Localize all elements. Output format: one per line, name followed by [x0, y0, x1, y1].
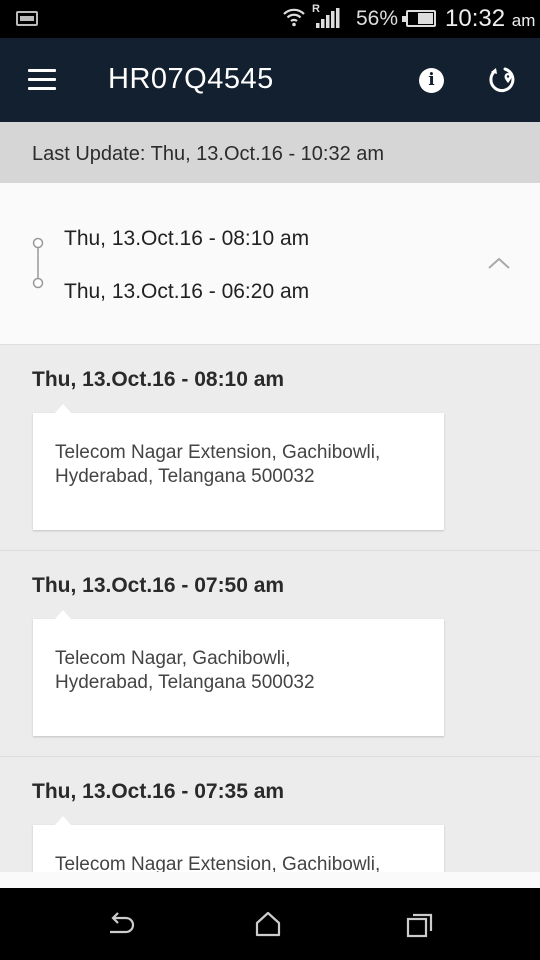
- last-update-bar: Last Update: Thu, 13.Oct.16 - 10:32 am: [0, 122, 540, 183]
- page-title: HR07Q4545: [108, 63, 274, 95]
- list-item[interactable]: Thu, 13.Oct.16 - 08:10 am Telecom Nagar …: [0, 345, 540, 551]
- battery-percent: 56%: [356, 7, 399, 30]
- signal-icon: [316, 8, 340, 28]
- menu-icon[interactable]: [28, 69, 56, 91]
- list-item[interactable]: Thu, 13.Oct.16 - 07:35 am Telecom Nagar …: [0, 757, 540, 872]
- list-footer: [0, 872, 540, 888]
- date-range-card[interactable]: Thu, 13.Oct.16 - 08:10 am Thu, 13.Oct.16…: [0, 183, 540, 345]
- list-item[interactable]: Thu, 13.Oct.16 - 07:50 am Telecom Nagar,…: [0, 551, 540, 757]
- entry-address: Telecom Nagar Extension, Gachibowli, Hyd…: [55, 442, 381, 487]
- address-card[interactable]: Telecom Nagar, Gachibowli, Hyderabad, Te…: [33, 610, 444, 736]
- entry-time: Thu, 13.Oct.16 - 07:50 am: [32, 574, 285, 597]
- location-list[interactable]: Thu, 13.Oct.16 - 08:10 am Telecom Nagar …: [0, 345, 540, 872]
- entry-address: Telecom Nagar Extension, Gachibowli, Hyd…: [55, 854, 381, 872]
- timeline-icon: [32, 237, 44, 289]
- address-card[interactable]: Telecom Nagar Extension, Gachibowli, Hyd…: [33, 404, 444, 530]
- battery-icon: [402, 10, 436, 27]
- app-bar: HR07Q4545 i: [0, 38, 540, 122]
- entry-time: Thu, 13.Oct.16 - 07:35 am: [32, 780, 285, 803]
- entry-time: Thu, 13.Oct.16 - 08:10 am: [32, 368, 285, 391]
- last-update-text: Last Update: Thu, 13.Oct.16 - 10:32 am: [32, 143, 385, 165]
- status-bar: R 56% 10:32 am: [0, 0, 540, 38]
- entry-address: Telecom Nagar, Gachibowli, Hyderabad, Te…: [55, 648, 315, 693]
- wifi-icon: [283, 8, 305, 27]
- system-nav-bar: [0, 888, 540, 960]
- range-start-time: Thu, 13.Oct.16 - 08:10 am: [64, 227, 310, 250]
- info-icon[interactable]: i: [419, 68, 444, 93]
- address-card[interactable]: Telecom Nagar Extension, Gachibowli, Hyd…: [33, 816, 444, 872]
- range-end-time: Thu, 13.Oct.16 - 06:20 am: [64, 280, 310, 303]
- refresh-pin-icon[interactable]: [489, 65, 519, 95]
- back-icon[interactable]: [106, 912, 136, 938]
- status-clock: 10:32 am: [445, 5, 536, 32]
- chevron-up-icon[interactable]: [486, 255, 512, 271]
- recents-icon[interactable]: [406, 912, 434, 938]
- home-icon[interactable]: [254, 910, 282, 938]
- notification-icon: [16, 11, 38, 26]
